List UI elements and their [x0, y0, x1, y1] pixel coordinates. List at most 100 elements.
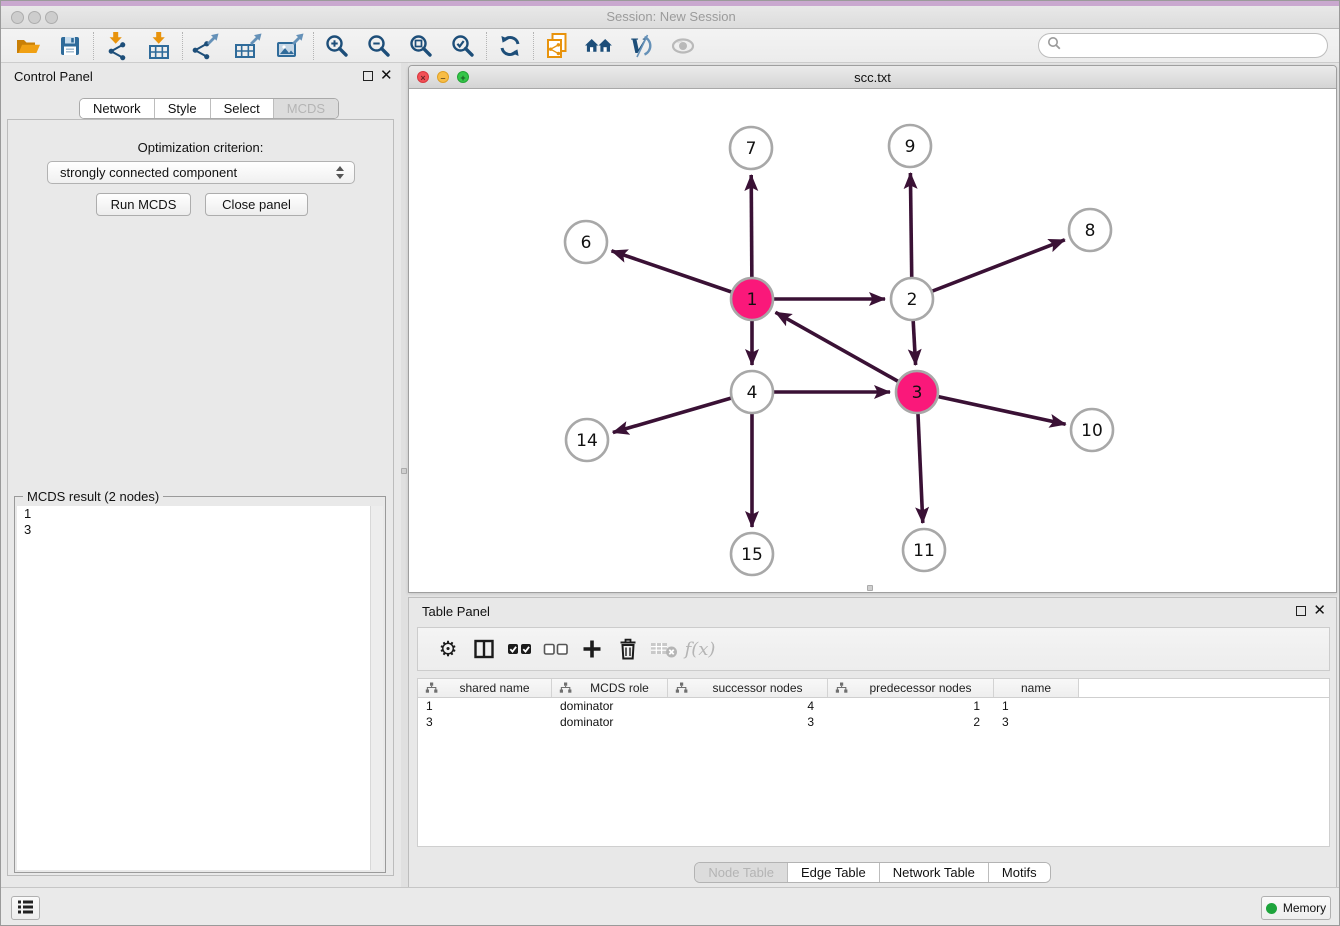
export-network-icon[interactable] — [185, 30, 227, 62]
vertical-splitter[interactable] — [401, 63, 408, 889]
mcds-panel: Optimization criterion: strongly connect… — [7, 119, 394, 876]
node-15[interactable]: 15 — [731, 533, 773, 575]
node-11[interactable]: 11 — [903, 529, 945, 571]
svg-text:9: 9 — [905, 137, 916, 157]
tab-style[interactable]: Style — [154, 99, 210, 118]
search-box[interactable] — [1038, 33, 1328, 58]
table-panel-header: Table Panel ✕ — [409, 598, 1336, 624]
zoom-selected-icon[interactable] — [442, 30, 484, 62]
node-table[interactable]: shared nameMCDS rolesuccessor nodesprede… — [417, 678, 1330, 847]
table-panel: Table Panel ✕ ⚙ f(x) shared nameMCDS role… — [408, 597, 1337, 889]
canvas-resize-grip[interactable] — [867, 585, 873, 591]
network-file-icon[interactable] — [536, 30, 578, 62]
float-table-panel-icon[interactable] — [1296, 606, 1306, 616]
deselect-all-icon[interactable] — [538, 631, 574, 667]
svg-text:8: 8 — [1085, 221, 1096, 241]
window-title: Session: New Session — [1, 9, 1340, 24]
column-header-predecessor-nodes[interactable]: predecessor nodes — [828, 679, 994, 697]
node-9[interactable]: 9 — [889, 125, 931, 167]
network-graph[interactable]: 7 9 6 8 1 2 4 3 14 10 15 11 — [409, 89, 1336, 592]
toolbar-separator — [93, 32, 94, 60]
tab-node-table[interactable]: Node Table — [695, 863, 787, 882]
tab-motifs[interactable]: Motifs — [988, 863, 1050, 882]
table-body: 1dominator4113dominator323 — [418, 698, 1329, 730]
tab-network[interactable]: Network — [80, 99, 154, 118]
node-7[interactable]: 7 — [730, 127, 772, 169]
chevron-up-down-icon — [332, 166, 348, 179]
network-canvas[interactable]: 7 9 6 8 1 2 4 3 14 10 15 11 — [409, 89, 1336, 592]
table-cell: 3 — [994, 714, 1079, 730]
attribute-type-icon — [559, 682, 572, 694]
close-panel-icon[interactable]: ✕ — [380, 67, 393, 85]
export-image-icon[interactable] — [269, 30, 311, 62]
column-header-successor-nodes[interactable]: successor nodes — [668, 679, 828, 697]
vizmapper-icon[interactable]: V — [620, 30, 662, 62]
network-window-titlebar[interactable]: × – + scc.txt — [409, 66, 1336, 89]
table-settings-gear-icon[interactable]: ⚙ — [430, 631, 466, 667]
memory-button[interactable]: Memory — [1261, 896, 1331, 920]
close-table-panel-icon[interactable]: ✕ — [1313, 602, 1326, 620]
node-3[interactable]: 3 — [896, 371, 938, 413]
criterion-selected-value: strongly connected component — [48, 165, 332, 180]
node-6[interactable]: 6 — [565, 221, 607, 263]
node-10[interactable]: 10 — [1071, 409, 1113, 451]
run-mcds-button[interactable]: Run MCDS — [96, 193, 191, 216]
column-header-name[interactable]: name — [994, 679, 1079, 697]
mcds-result-item[interactable]: 1 — [17, 506, 383, 522]
edge-3-10[interactable] — [917, 392, 1066, 424]
tab-select[interactable]: Select — [210, 99, 273, 118]
node-1[interactable]: 1 — [731, 278, 773, 320]
table-cell: 2 — [828, 714, 994, 730]
mcds-result-item[interactable]: 3 — [17, 522, 383, 538]
column-header-MCDS-role[interactable]: MCDS role — [552, 679, 668, 697]
export-table-icon[interactable] — [227, 30, 269, 62]
mcds-result-list[interactable]: 13 — [17, 506, 383, 870]
delete-column-icon[interactable] — [610, 631, 646, 667]
toolbar-separator — [533, 32, 534, 60]
titlebar-accent — [1, 1, 1340, 6]
result-scrollbar[interactable] — [370, 506, 383, 870]
edge-2-8[interactable] — [912, 240, 1065, 299]
main-toolbar: V — [1, 29, 1340, 63]
close-panel-button[interactable]: Close panel — [205, 193, 308, 216]
tab-mcds[interactable]: MCDS — [273, 99, 338, 118]
svg-text:6: 6 — [581, 233, 592, 253]
splitter-grip[interactable] — [401, 468, 407, 474]
criterion-select[interactable]: strongly connected component — [47, 161, 355, 184]
node-8[interactable]: 8 — [1069, 209, 1111, 251]
table-cell: 1 — [828, 698, 994, 714]
select-all-icon[interactable] — [502, 631, 538, 667]
cybrowser-home-icon[interactable] — [578, 30, 620, 62]
column-header-shared-name[interactable]: shared name — [418, 679, 552, 697]
tab-network-table[interactable]: Network Table — [879, 863, 988, 882]
open-session-icon[interactable] — [7, 30, 49, 62]
control-panel: Control Panel ✕ Network Style Select MCD… — [1, 63, 401, 889]
function-builder-icon: f(x) — [682, 631, 718, 667]
save-session-icon[interactable] — [49, 30, 91, 62]
table-row[interactable]: 1dominator411 — [418, 698, 1329, 714]
task-history-button[interactable] — [11, 896, 40, 920]
tab-edge-table[interactable]: Edge Table — [787, 863, 879, 882]
svg-text:11: 11 — [913, 541, 935, 561]
table-row[interactable]: 3dominator323 — [418, 714, 1329, 730]
table-cell: dominator — [552, 714, 668, 730]
svg-text:15: 15 — [741, 545, 763, 565]
show-columns-icon[interactable] — [466, 631, 502, 667]
import-network-icon[interactable] — [96, 30, 138, 62]
edge-3-1[interactable] — [776, 312, 918, 392]
svg-text:7: 7 — [746, 139, 757, 159]
zoom-fit-icon[interactable] — [400, 30, 442, 62]
float-panel-icon[interactable] — [363, 71, 373, 81]
svg-text:14: 14 — [576, 431, 598, 451]
node-2[interactable]: 2 — [891, 278, 933, 320]
refresh-icon[interactable] — [489, 30, 531, 62]
node-4[interactable]: 4 — [731, 371, 773, 413]
add-column-icon[interactable] — [574, 631, 610, 667]
attribute-type-icon — [835, 682, 848, 694]
toolbar-separator — [486, 32, 487, 60]
zoom-in-icon[interactable] — [316, 30, 358, 62]
import-table-icon[interactable] — [138, 30, 180, 62]
zoom-out-icon[interactable] — [358, 30, 400, 62]
search-input[interactable] — [1066, 38, 1319, 53]
node-14[interactable]: 14 — [566, 419, 608, 461]
